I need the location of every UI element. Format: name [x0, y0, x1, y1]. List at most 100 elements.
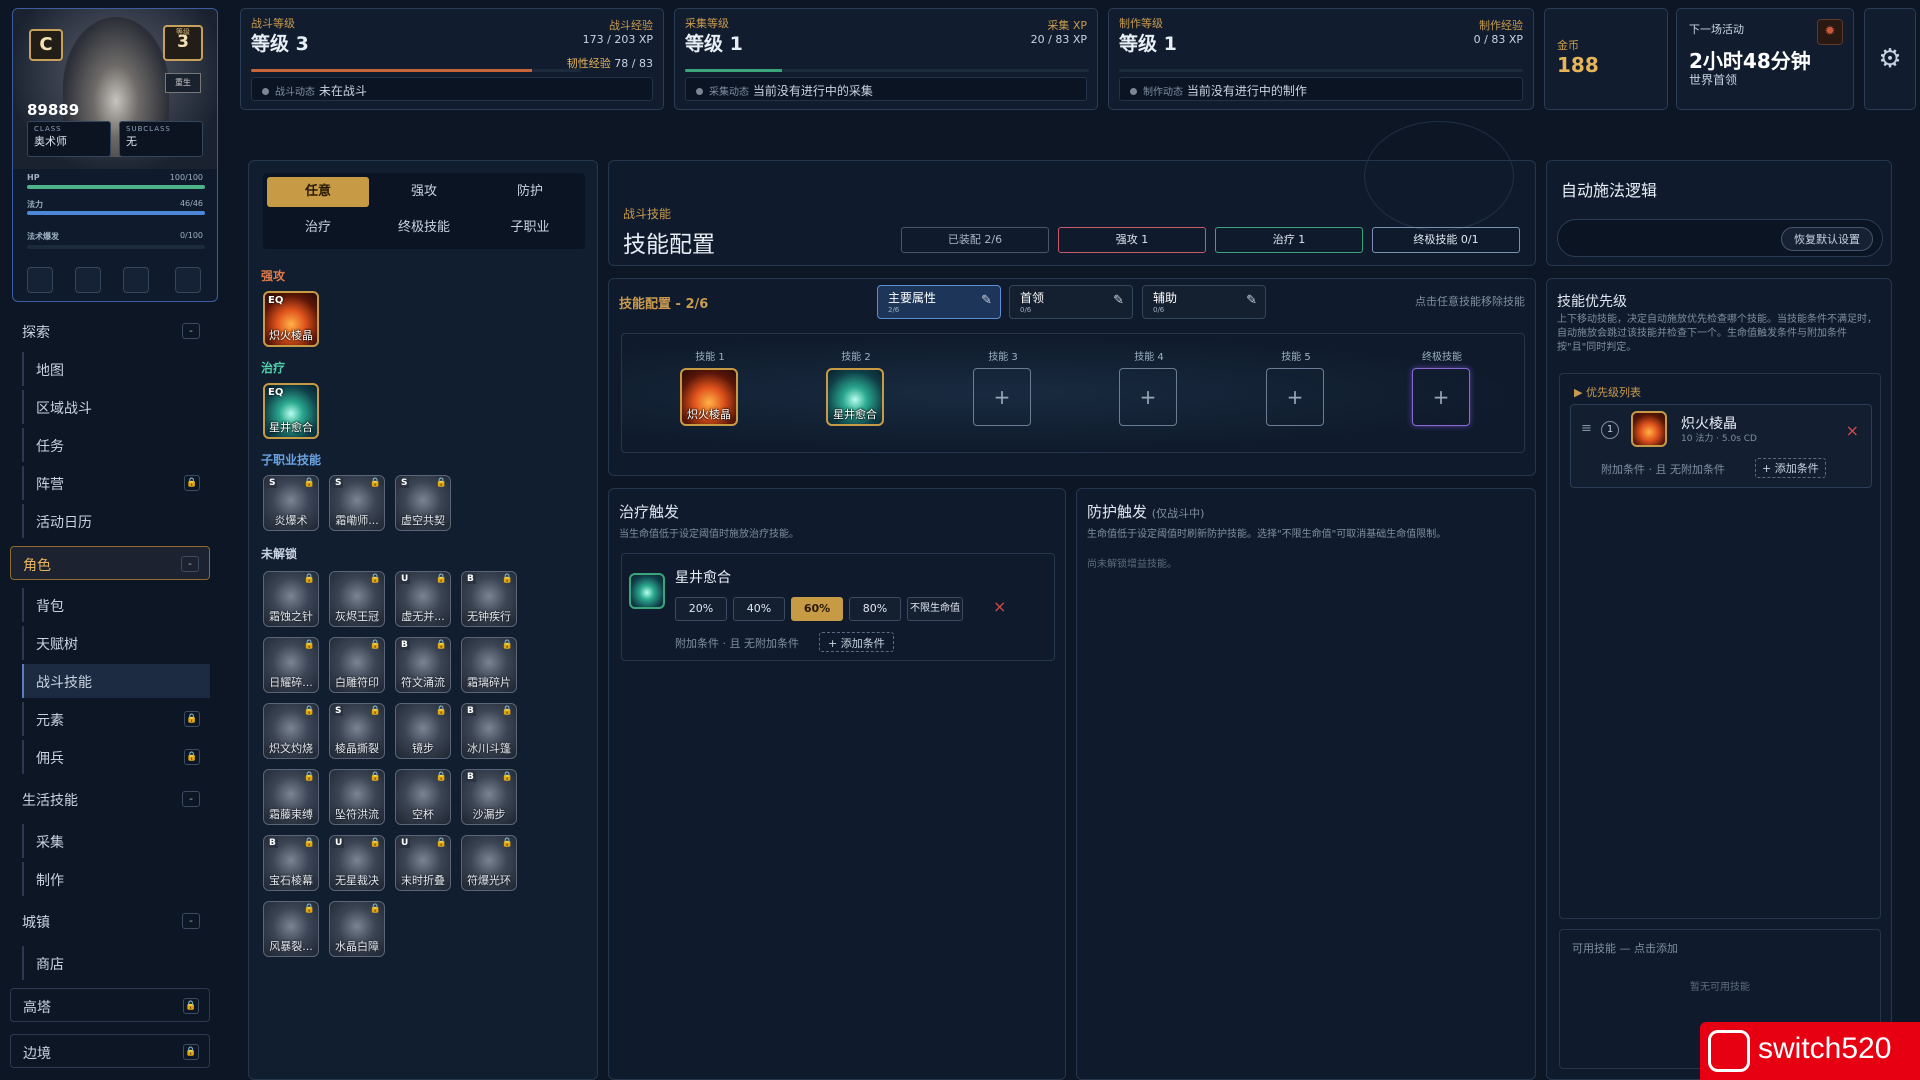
- nav-group-explore[interactable]: 探索 -: [10, 314, 210, 348]
- nav-item-bag[interactable]: 背包: [22, 588, 210, 622]
- lock-icon: 🔒: [435, 706, 447, 716]
- locked-skill-icon[interactable]: 🔒 符爆光环: [461, 835, 517, 891]
- locked-skill-icon[interactable]: 🔒 灰烬王冠: [329, 571, 385, 627]
- lock-icon: 🔒: [303, 640, 315, 650]
- skill-slots-panel: 技能配置 - 2/6 主要属性 2/6 ✎ 首领 0/6 ✎ 辅助 0/6 ✎ 点击任意技能…: [608, 278, 1536, 476]
- skill-starwell-heal[interactable]: EQ 星井愈合: [263, 383, 319, 439]
- close-icon[interactable]: ×: [993, 597, 1006, 616]
- settings-gear-icon[interactable]: ⚙: [1864, 8, 1916, 110]
- close-icon[interactable]: ×: [1846, 421, 1859, 440]
- craft-xp-bar: [1119, 69, 1523, 72]
- locked-skill-icon[interactable]: 🔒 白雕符印: [329, 637, 385, 693]
- locked-skill-icon[interactable]: 🔒 风暴裂...: [263, 901, 319, 957]
- threshold-unlimited[interactable]: 不限生命值: [907, 597, 963, 621]
- lock-icon: 🔒: [303, 838, 315, 848]
- threshold-60[interactable]: 60%: [791, 597, 843, 621]
- locked-skill-icon[interactable]: 🔒 镜步: [395, 703, 451, 759]
- skill-type-badge: S: [333, 478, 344, 488]
- skill-list-panel: 任意 强攻 防护 治疗 终极技能 子职业 强攻 EQ 炽火棱晶 治疗 EQ 星井愈合…: [248, 160, 598, 1080]
- slot-1[interactable]: 炽火棱晶: [680, 368, 738, 426]
- locked-skill-icon[interactable]: 🔒 霜藤束缚: [263, 769, 319, 825]
- locked-skill-icon[interactable]: B 🔒 无钟疾行: [461, 571, 517, 627]
- nav-item-talents[interactable]: 天赋树: [22, 626, 210, 660]
- locked-skill-icon[interactable]: S 🔒 棱晶撕裂: [329, 703, 385, 759]
- slot-ultimate-empty[interactable]: +: [1412, 368, 1470, 426]
- locked-skill-icon[interactable]: 🔒 坠符洪流: [329, 769, 385, 825]
- nav-item-craft[interactable]: 制作: [22, 862, 210, 896]
- slot-3-empty[interactable]: +: [973, 368, 1031, 426]
- nav-item-area-battle[interactable]: 区域战斗: [22, 390, 210, 424]
- add-condition-button[interactable]: + 添加条件: [819, 632, 894, 652]
- locked-skill-icon[interactable]: 🔒 日耀碎...: [263, 637, 319, 693]
- nav-item-shop[interactable]: 商店: [22, 946, 210, 980]
- nav-group-town[interactable]: 城镇 -: [10, 904, 210, 938]
- sidebar: 探索 - 地图 区域战斗 任务 阵营 🔒 活动日历 角色 - 背包 天赋树 战斗技能 …: [10, 310, 220, 1080]
- slot-4-empty[interactable]: +: [1119, 368, 1177, 426]
- section-locked: 未解锁: [261, 547, 298, 561]
- mode-boss[interactable]: 首领 0/6 ✎: [1009, 285, 1133, 319]
- locked-skill-icon[interactable]: B 🔒 沙漏步: [461, 769, 517, 825]
- tab-heal[interactable]: 治疗: [267, 213, 369, 243]
- mode-main-stat[interactable]: 主要属性 2/6 ✎: [877, 285, 1001, 319]
- lock-icon: 🔒: [369, 574, 381, 584]
- nav-item-gather[interactable]: 采集: [22, 824, 210, 858]
- mp-row: 法力 46/46: [27, 199, 203, 209]
- locked-skill-icon[interactable]: 🔒 霜蚀之针: [263, 571, 319, 627]
- nav-item-quests[interactable]: 任务: [22, 428, 210, 462]
- tab-ultimate[interactable]: 终极技能: [373, 213, 475, 243]
- threshold-80[interactable]: 80%: [849, 597, 901, 621]
- nav-group-border[interactable]: 边境 🔒: [10, 1034, 210, 1068]
- lock-icon: 🔒: [369, 772, 381, 782]
- locked-skill-icon[interactable]: 🔒 空杯: [395, 769, 451, 825]
- drag-handle-icon: ≡: [1581, 421, 1592, 436]
- nav-item-mercenary[interactable]: 佣兵 🔒: [22, 740, 210, 774]
- threshold-20[interactable]: 20%: [675, 597, 727, 621]
- locked-skill-icon[interactable]: U 🔒 虚无并...: [395, 571, 451, 627]
- tab-subclass[interactable]: 子职业: [479, 213, 581, 243]
- gear-slot-icon[interactable]: [175, 267, 201, 293]
- burst-row: 法术爆发 0/100: [27, 231, 203, 241]
- tab-guard[interactable]: 防护: [479, 177, 581, 207]
- nav-item-elements[interactable]: 元素 🔒: [22, 702, 210, 736]
- locked-skill-icon[interactable]: B 🔒 符文涌流: [395, 637, 451, 693]
- decor-ring: [1364, 121, 1514, 231]
- gear-slot-icon[interactable]: [123, 267, 149, 293]
- gear-slot-icon[interactable]: [75, 267, 101, 293]
- lock-icon: 🔒: [303, 574, 315, 584]
- locked-skill-icon[interactable]: B 🔒 冰川斗篷: [461, 703, 517, 759]
- rebirth-button[interactable]: 重生: [165, 73, 201, 93]
- nav-item-faction[interactable]: 阵营 🔒: [22, 466, 210, 500]
- nav-item-calendar[interactable]: 活动日历: [22, 504, 210, 538]
- tab-attack[interactable]: 强攻: [373, 177, 475, 207]
- slot-2[interactable]: 星井愈合: [826, 368, 884, 426]
- skill-type-badge: B: [465, 706, 476, 716]
- locked-skill-icon[interactable]: 🔒 炽文灼烧: [263, 703, 319, 759]
- nav-item-combat-skills[interactable]: 战斗技能: [22, 664, 210, 698]
- locked-skill-icon[interactable]: U 🔒 末时折叠: [395, 835, 451, 891]
- skill-fire-prism[interactable]: EQ 炽火棱晶: [263, 291, 319, 347]
- lock-icon: 🔒: [435, 838, 447, 848]
- reset-default-button[interactable]: 恢复默认设置: [1781, 227, 1873, 251]
- threshold-40[interactable]: 40%: [733, 597, 785, 621]
- locked-skill-icon[interactable]: 🔒 水晶白障: [329, 901, 385, 957]
- gear-slot-icon[interactable]: [27, 267, 53, 293]
- edit-icon: ✎: [1113, 293, 1124, 308]
- nav-group-life-skills[interactable]: 生活技能 -: [10, 782, 210, 816]
- add-condition-button[interactable]: + 添加条件: [1755, 458, 1826, 478]
- subclass-skill-icon[interactable]: S 🔒 炎爆术: [263, 475, 319, 531]
- tab-any[interactable]: 任意: [267, 177, 369, 207]
- combat-xp-bar: [251, 69, 581, 72]
- subclass-skill-icon[interactable]: S 🔒 虚空共契: [395, 475, 451, 531]
- subclass-skill-icon[interactable]: S 🔒 霜嘞师...: [329, 475, 385, 531]
- locked-skill-icon[interactable]: U 🔒 无星裁决: [329, 835, 385, 891]
- slot-5-empty[interactable]: +: [1266, 368, 1324, 426]
- lock-icon: 🔒: [184, 475, 200, 491]
- nav-item-map[interactable]: 地图: [22, 352, 210, 386]
- nav-group-tower[interactable]: 高塔 🔒: [10, 988, 210, 1022]
- nav-group-role[interactable]: 角色 -: [10, 546, 210, 580]
- lock-icon: 🔒: [303, 904, 315, 914]
- locked-skill-icon[interactable]: B 🔒 宝石棱幕: [263, 835, 319, 891]
- locked-skill-icon[interactable]: 🔒 霜璃碎片: [461, 637, 517, 693]
- mode-support[interactable]: 辅助 0/6 ✎: [1142, 285, 1266, 319]
- priority-item[interactable]: ≡ 1 炽火棱晶 10 法力 · 5.0s CD × 附加条件 · 且 无附加条…: [1570, 404, 1872, 488]
